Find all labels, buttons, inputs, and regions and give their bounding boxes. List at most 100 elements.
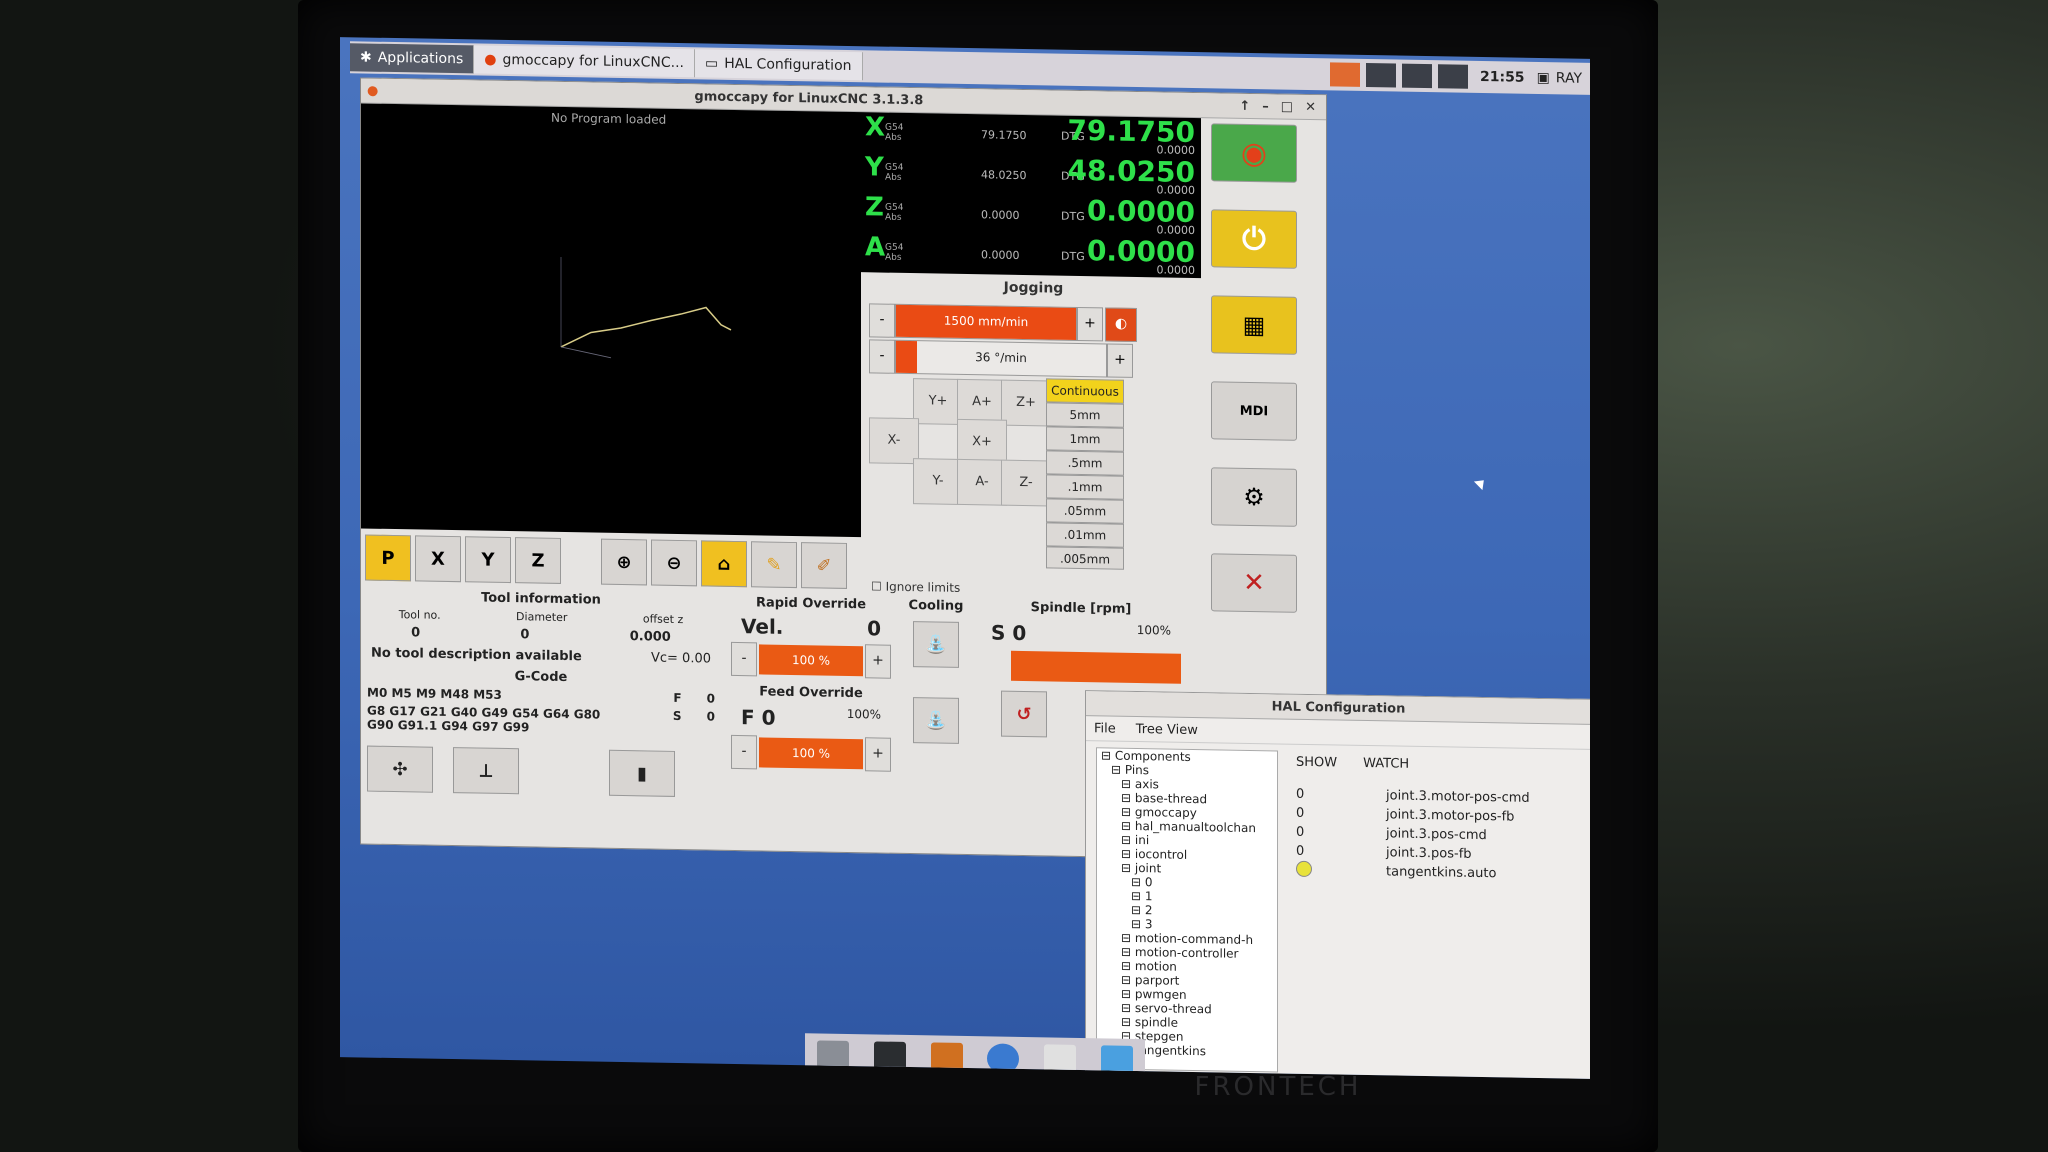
hal-menu-tree-view[interactable]: Tree View: [1136, 721, 1198, 737]
feed-plus[interactable]: +: [865, 737, 891, 772]
angular-speed-slider[interactable]: 36 °/min: [895, 339, 1107, 378]
expander-icon[interactable]: ⊟: [1121, 847, 1135, 861]
expander-icon[interactable]: ⊟: [1121, 833, 1135, 847]
watch-row[interactable]: tangentkins.auto: [1296, 860, 1586, 885]
jog-x-minus[interactable]: X-: [869, 417, 919, 465]
edit-button[interactable]: ✎: [751, 541, 797, 589]
expander-icon[interactable]: ⊟: [1121, 861, 1135, 875]
zoom-out-button[interactable]: ⊖: [651, 539, 697, 587]
jog-y-plus[interactable]: Y+: [913, 378, 963, 425]
jog-z-plus[interactable]: Z+: [1001, 379, 1051, 427]
taskbar-hal[interactable]: ▭ HAL Configuration: [694, 49, 863, 81]
mdi-button[interactable]: MDI: [1211, 381, 1297, 441]
tree-item-label: Components: [1114, 748, 1191, 764]
tab-show[interactable]: SHOW: [1296, 755, 1337, 771]
expander-icon[interactable]: ⊟: [1121, 959, 1135, 973]
expander-icon[interactable]: ⊟: [1131, 875, 1145, 889]
flood-button[interactable]: ⛲: [913, 621, 959, 668]
view-p-button[interactable]: P: [365, 534, 411, 582]
increment-0-05mm[interactable]: .05mm: [1046, 498, 1124, 524]
maximize-icon[interactable]: □: [1281, 99, 1293, 114]
jog-z-minus[interactable]: Z-: [1001, 459, 1051, 507]
home-all-button[interactable]: ✣: [367, 745, 433, 793]
expander-icon[interactable]: ⊟: [1121, 973, 1135, 987]
view-x-button[interactable]: X: [415, 535, 461, 583]
expander-icon[interactable]: ⊟: [1121, 931, 1135, 945]
rapid-plus[interactable]: +: [865, 644, 891, 679]
angular-speed-plus[interactable]: +: [1107, 343, 1133, 378]
increment-0-01mm[interactable]: .01mm: [1046, 522, 1124, 548]
view-z-button[interactable]: Z: [515, 537, 561, 584]
view-toolbar: P X Y Z ⊕ ⊖ ⌂ ✎ ✐: [361, 530, 861, 591]
rapid-minus[interactable]: -: [731, 641, 757, 677]
hal-tree[interactable]: ⊟ Components ⊟ Pins ⊟ axis ⊟ base-thread ⊟ g…: [1096, 747, 1278, 1073]
angular-speed-minus[interactable]: -: [869, 339, 895, 374]
expander-icon[interactable]: ⊟: [1121, 791, 1135, 805]
jog-speed-minus[interactable]: -: [869, 303, 895, 338]
workspace-switcher-3[interactable]: [1401, 63, 1432, 89]
user-name[interactable]: RAY: [1556, 70, 1582, 86]
minimize-icon[interactable]: –: [1262, 99, 1269, 114]
jog-speed-plus[interactable]: +: [1077, 306, 1103, 342]
tools-icon: ✕: [1243, 567, 1265, 599]
home-icon: ✣: [392, 758, 408, 780]
applications-menu[interactable]: ✱ Applications: [350, 43, 475, 74]
workspace-switcher-4[interactable]: [1437, 64, 1468, 89]
workspace-switcher-1[interactable]: [1329, 62, 1360, 87]
expander-icon[interactable]: ⊟: [1121, 945, 1135, 959]
expander-icon[interactable]: ⊟: [1121, 805, 1135, 819]
close-icon[interactable]: ✕: [1305, 99, 1316, 114]
expander-icon[interactable]: ⊟: [1131, 903, 1145, 917]
clear-plot-button[interactable]: ✐: [801, 542, 847, 589]
expander-icon[interactable]: ⊟: [1131, 917, 1145, 931]
s-value: 0: [706, 709, 715, 724]
hal-menu-file[interactable]: File: [1094, 721, 1116, 736]
dro-axis-letter: Z: [865, 192, 884, 223]
tree-item-label: joint: [1134, 860, 1162, 876]
estop-button[interactable]: ◉: [1211, 123, 1297, 183]
tab-watch[interactable]: WATCH: [1363, 756, 1409, 772]
power-button[interactable]: ⏻: [1211, 209, 1297, 269]
taskbar-gmoccapy[interactable]: ● gmoccapy for LinuxCNC...: [474, 45, 695, 78]
jog-speed-slider[interactable]: 1500 mm/min: [895, 303, 1077, 341]
expander-icon[interactable]: ⊟: [1121, 777, 1135, 791]
pin-icon[interactable]: ↑: [1239, 98, 1250, 113]
expander-icon[interactable]: ⊟: [1121, 819, 1135, 833]
keypad-icon: ▦: [1242, 310, 1266, 340]
ignore-limits-checkbox[interactable]: ☐ Ignore limits: [871, 579, 960, 595]
expander-icon[interactable]: ⊟: [1121, 1015, 1135, 1029]
window-menu-icon[interactable]: ●: [361, 83, 378, 98]
expander-icon[interactable]: ⊟: [1121, 987, 1135, 1001]
increment-continuous[interactable]: Continuous: [1046, 378, 1124, 404]
dro-row: X G54 Abs 79.1750 DTG 79.1750 0.0000: [861, 112, 1201, 158]
spindle-ccw-button[interactable]: ↺: [1001, 690, 1047, 738]
increment-0-1mm[interactable]: .1mm: [1046, 474, 1124, 500]
increment-1mm[interactable]: 1mm: [1046, 426, 1124, 452]
expander-icon[interactable]: ⊟: [1101, 748, 1115, 762]
jog-y-minus[interactable]: Y-: [913, 458, 963, 505]
auto-mode-button[interactable]: ⚙: [1211, 467, 1297, 527]
increment-0-5mm[interactable]: .5mm: [1046, 450, 1124, 476]
spindle-override-slider[interactable]: [1011, 650, 1181, 684]
expander-icon[interactable]: ⊟: [1131, 889, 1145, 903]
increment-5mm[interactable]: 5mm: [1046, 402, 1124, 428]
turtle-jog-button[interactable]: ◐: [1105, 307, 1137, 343]
rapid-override-slider[interactable]: 100 %: [759, 644, 863, 677]
expander-icon[interactable]: ⊟: [1121, 1001, 1135, 1015]
zoom-in-button[interactable]: ⊕: [601, 538, 647, 586]
expander-icon[interactable]: ⊟: [1111, 763, 1125, 777]
feed-minus[interactable]: -: [731, 734, 757, 770]
feed-override-slider[interactable]: 100 %: [759, 737, 863, 770]
workspace-switcher-2[interactable]: [1365, 62, 1396, 88]
manual-mode-button[interactable]: ▦: [1211, 295, 1297, 355]
watch-value: 0: [1296, 805, 1305, 821]
gcode-preview[interactable]: No Program loaded: [361, 103, 861, 538]
dro-abs-value: 48.0250: [981, 168, 1027, 183]
jog-a-minus[interactable]: A-: [957, 458, 1007, 506]
show-dimensions-button[interactable]: ⌂: [701, 540, 747, 588]
increment-0-005mm[interactable]: .005mm: [1046, 546, 1124, 570]
tool-button[interactable]: ▮: [609, 749, 675, 797]
view-y-button[interactable]: Y: [465, 536, 511, 584]
touch-off-button[interactable]: ⟂: [453, 747, 519, 795]
mist-button[interactable]: ⛲: [913, 697, 959, 744]
